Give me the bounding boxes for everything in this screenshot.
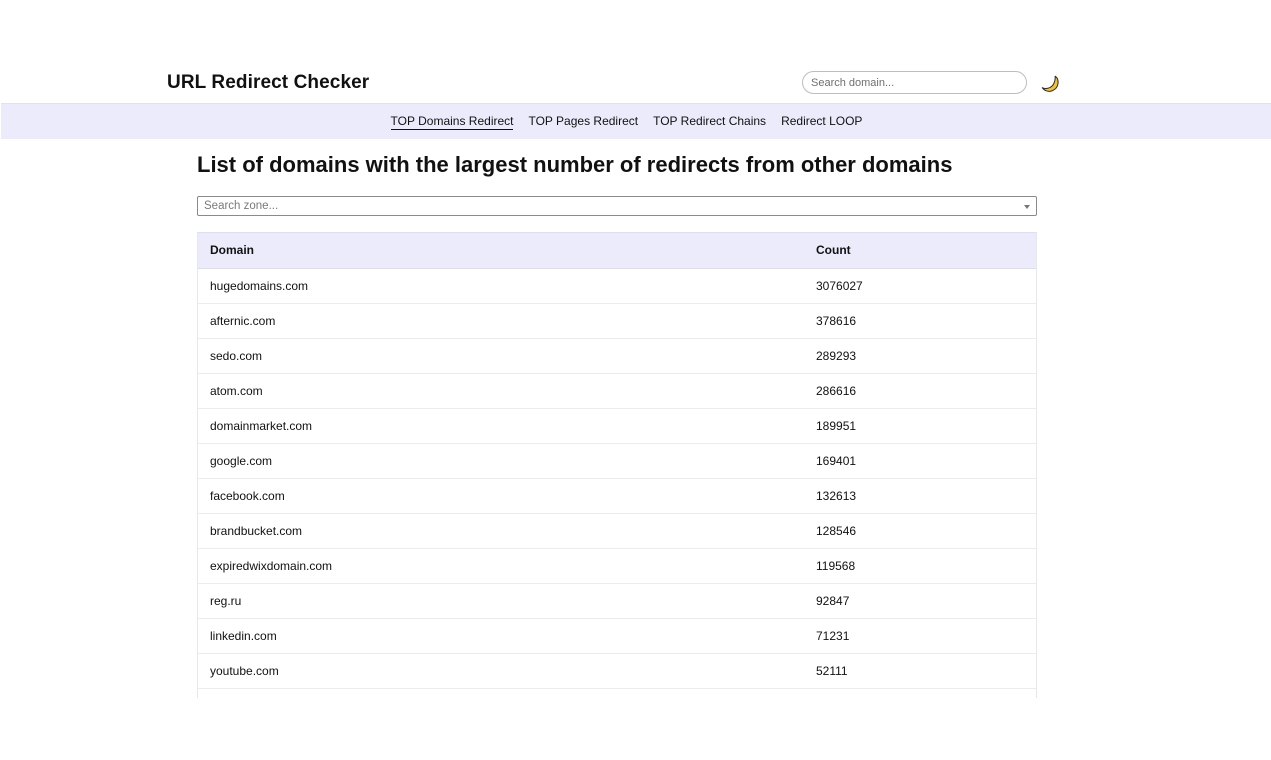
domain-cell[interactable]: facebook.com xyxy=(198,478,804,514)
table-row: domainmarket.com 189951 xyxy=(198,408,1036,444)
nav-top-pages-redirect[interactable]: TOP Pages Redirect xyxy=(528,113,638,130)
site-header: URL Redirect Checker xyxy=(0,0,1271,103)
page-title: List of domains with the largest number … xyxy=(197,152,953,177)
top-nav: TOP Domains Redirect TOP Pages Redirect … xyxy=(1,103,1271,139)
domains-table-container: Domain Count hugedomains.com 3076027 after… xyxy=(197,232,1037,698)
count-cell: 378616 xyxy=(804,303,1036,339)
domain-cell[interactable]: reg.ru xyxy=(198,583,804,619)
count-cell: 289293 xyxy=(804,338,1036,374)
search-domain-input[interactable] xyxy=(802,71,1027,94)
column-header-count[interactable]: Count xyxy=(804,233,1036,269)
domain-cell[interactable]: atom.com xyxy=(198,373,804,409)
domain-cell[interactable]: youtube.com xyxy=(198,653,804,689)
table-row: google.com 169401 xyxy=(198,443,1036,479)
table-row: reg.ru 92847 xyxy=(198,583,1036,619)
domain-cell[interactable]: expiredwixdomain.com xyxy=(198,548,804,584)
table-row: hugedomains.com 3076027 xyxy=(198,268,1036,304)
domain-cell[interactable]: hugedomains.com xyxy=(198,268,804,304)
table-row: expiredwixdomain.com 119568 xyxy=(198,548,1036,584)
count-cell: 128546 xyxy=(804,513,1036,549)
count-cell: 286616 xyxy=(804,373,1036,409)
table-row: youtube.com 52111 xyxy=(198,653,1036,689)
domain-cell[interactable]: sedo.com xyxy=(198,338,804,374)
count-cell: 71231 xyxy=(804,618,1036,654)
moon-icon[interactable] xyxy=(1040,73,1062,95)
domain-cell[interactable]: afternic.com xyxy=(198,303,804,339)
table-row: brandbucket.com 128546 xyxy=(198,513,1036,549)
count-cell: 52111 xyxy=(804,653,1036,689)
domain-cell[interactable]: linkedin.com xyxy=(198,618,804,654)
nav-top-redirect-chains[interactable]: TOP Redirect Chains xyxy=(653,113,766,130)
count-cell: 132613 xyxy=(804,478,1036,514)
zone-search-placeholder: Search zone... xyxy=(204,200,279,212)
count-cell: 169401 xyxy=(804,443,1036,479)
domains-table: Domain Count hugedomains.com 3076027 after… xyxy=(198,233,1036,689)
table-header-row: Domain Count xyxy=(198,233,1036,269)
zone-search-select[interactable]: Search zone... xyxy=(197,196,1037,216)
count-cell: 3076027 xyxy=(804,268,1036,304)
count-cell: 189951 xyxy=(804,408,1036,444)
domain-cell[interactable]: domainmarket.com xyxy=(198,408,804,444)
site-title[interactable]: URL Redirect Checker xyxy=(167,70,369,96)
table-row: sedo.com 289293 xyxy=(198,338,1036,374)
table-row: atom.com 286616 xyxy=(198,373,1036,409)
table-row: afternic.com 378616 xyxy=(198,303,1036,339)
domain-cell[interactable]: brandbucket.com xyxy=(198,513,804,549)
count-cell: 119568 xyxy=(804,548,1036,584)
column-header-domain[interactable]: Domain xyxy=(198,233,804,269)
table-row: facebook.com 132613 xyxy=(198,478,1036,514)
chevron-down-icon[interactable] xyxy=(1024,205,1030,209)
nav-redirect-loop[interactable]: Redirect LOOP xyxy=(781,113,862,130)
domain-cell[interactable]: google.com xyxy=(198,443,804,479)
count-cell: 92847 xyxy=(804,583,1036,619)
table-row: linkedin.com 71231 xyxy=(198,618,1036,654)
nav-top-domains-redirect[interactable]: TOP Domains Redirect xyxy=(390,113,514,130)
